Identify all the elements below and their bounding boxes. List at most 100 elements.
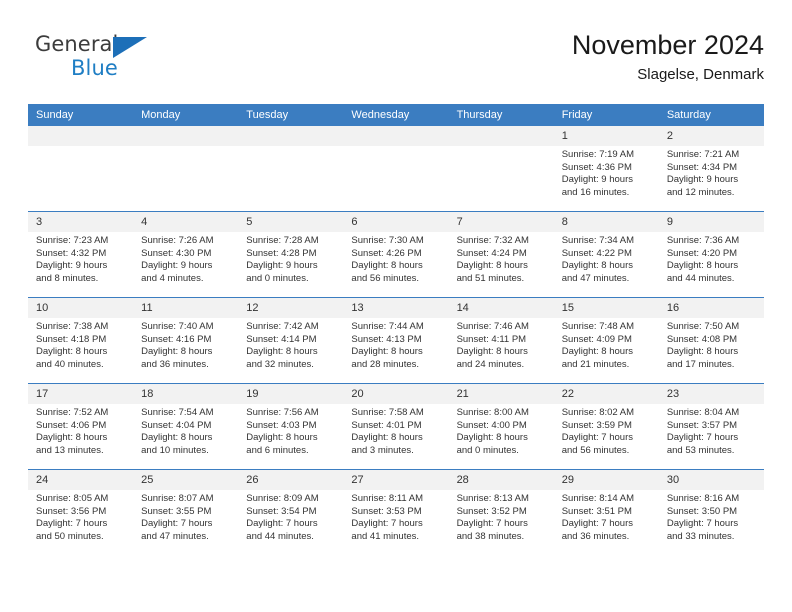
day-number[interactable]: 27	[343, 470, 449, 490]
day-number[interactable]: 13	[343, 298, 449, 318]
daylight-text-line1: Daylight: 7 hours	[36, 518, 108, 530]
day-cell[interactable]	[133, 146, 239, 211]
day-cell[interactable]: Sunrise: 7:44 AM Sunset: 4:13 PM Dayligh…	[343, 318, 449, 383]
day-number[interactable]: 21	[448, 384, 554, 404]
sunrise-text: Sunrise: 7:48 AM	[561, 321, 635, 332]
day-number[interactable]: 29	[553, 470, 659, 490]
day-number[interactable]: 14	[448, 298, 554, 318]
sunrise-text: Sunrise: 7:34 AM	[561, 235, 635, 246]
sunset-text: Sunset: 3:55 PM	[141, 505, 212, 517]
day-cell[interactable]: Sunrise: 8:00 AM Sunset: 4:00 PM Dayligh…	[448, 404, 554, 469]
day-number[interactable]: 16	[658, 298, 764, 318]
daylight-text-line1: Daylight: 8 hours	[141, 346, 213, 358]
daylight-text-line2: and 41 minutes.	[351, 530, 420, 542]
sunrise-text: Sunrise: 7:46 AM	[456, 321, 529, 332]
daylight-text-line1: Daylight: 7 hours	[666, 432, 739, 444]
day-cell[interactable]: Sunrise: 7:21 AM Sunset: 4:34 PM Dayligh…	[658, 146, 764, 211]
day-cell[interactable]: Sunrise: 7:34 AM Sunset: 4:22 PM Dayligh…	[553, 232, 659, 297]
day-number[interactable]: 18	[133, 384, 239, 404]
sunset-text: Sunset: 4:24 PM	[456, 247, 527, 259]
sunrise-text: Sunrise: 8:00 AM	[456, 407, 529, 418]
day-number[interactable]	[133, 126, 239, 146]
daylight-text-line2: and 44 minutes.	[666, 272, 735, 284]
day-number[interactable]: 4	[133, 212, 239, 232]
day-cell[interactable]: Sunrise: 7:28 AM Sunset: 4:28 PM Dayligh…	[238, 232, 344, 297]
day-cell[interactable]: Sunrise: 8:16 AM Sunset: 3:50 PM Dayligh…	[658, 490, 764, 555]
day-number[interactable]: 2	[658, 126, 764, 146]
day-cell[interactable]: Sunrise: 7:58 AM Sunset: 4:01 PM Dayligh…	[343, 404, 449, 469]
day-cell[interactable]: Sunrise: 8:09 AM Sunset: 3:54 PM Dayligh…	[238, 490, 344, 555]
daylight-text-line1: Daylight: 8 hours	[666, 260, 739, 272]
sunset-text: Sunset: 3:52 PM	[456, 505, 527, 517]
day-cell[interactable]: Sunrise: 7:40 AM Sunset: 4:16 PM Dayligh…	[133, 318, 239, 383]
day-cell[interactable]: Sunrise: 7:26 AM Sunset: 4:30 PM Dayligh…	[133, 232, 239, 297]
day-cell[interactable]: Sunrise: 7:38 AM Sunset: 4:18 PM Dayligh…	[28, 318, 134, 383]
day-cell[interactable]: Sunrise: 8:02 AM Sunset: 3:59 PM Dayligh…	[553, 404, 659, 469]
day-number[interactable]: 25	[133, 470, 239, 490]
day-cell[interactable]: Sunrise: 8:04 AM Sunset: 3:57 PM Dayligh…	[658, 404, 764, 469]
day-cell[interactable]: Sunrise: 7:23 AM Sunset: 4:32 PM Dayligh…	[28, 232, 134, 297]
day-cell[interactable]	[343, 146, 449, 211]
day-number[interactable]: 20	[343, 384, 449, 404]
sunset-text: Sunset: 4:20 PM	[666, 247, 738, 259]
daylight-text-line1: Daylight: 8 hours	[561, 260, 633, 272]
day-number[interactable]: 28	[448, 470, 554, 490]
week-row-daynums: 3 4 5 6 7 8 9	[28, 212, 764, 232]
day-number[interactable]: 22	[553, 384, 659, 404]
day-cell[interactable]: Sunrise: 7:42 AM Sunset: 4:14 PM Dayligh…	[238, 318, 344, 383]
day-number[interactable]: 19	[238, 384, 344, 404]
daylight-text-line2: and 33 minutes.	[666, 530, 735, 542]
day-cell[interactable]: Sunrise: 7:56 AM Sunset: 4:03 PM Dayligh…	[238, 404, 344, 469]
day-cell[interactable]: Sunrise: 7:52 AM Sunset: 4:06 PM Dayligh…	[28, 404, 134, 469]
day-cell[interactable]: Sunrise: 8:13 AM Sunset: 3:52 PM Dayligh…	[448, 490, 554, 555]
day-cell[interactable]: Sunrise: 7:48 AM Sunset: 4:09 PM Dayligh…	[553, 318, 659, 383]
calendar-body: 1 2 Sunrise: 7:19 AM Sunset: 4:36 PM Day…	[28, 126, 764, 555]
daylight-text-line2: and 0 minutes.	[246, 272, 309, 284]
sunrise-text: Sunrise: 7:32 AM	[456, 235, 529, 246]
day-cell[interactable]	[238, 146, 344, 211]
daylight-text-line2: and 47 minutes.	[561, 272, 630, 284]
daylight-text-line2: and 36 minutes.	[561, 530, 630, 542]
day-number[interactable]: 11	[133, 298, 239, 318]
day-cell[interactable]: Sunrise: 7:19 AM Sunset: 4:36 PM Dayligh…	[553, 146, 659, 211]
day-cell[interactable]: Sunrise: 8:05 AM Sunset: 3:56 PM Dayligh…	[28, 490, 134, 555]
daylight-text-line1: Daylight: 8 hours	[141, 432, 213, 444]
day-cell[interactable]: Sunrise: 7:46 AM Sunset: 4:11 PM Dayligh…	[448, 318, 554, 383]
day-cell[interactable]	[28, 146, 134, 211]
daylight-text-line2: and 56 minutes.	[351, 272, 420, 284]
day-number[interactable]: 7	[448, 212, 554, 232]
day-cell[interactable]: Sunrise: 8:14 AM Sunset: 3:51 PM Dayligh…	[553, 490, 659, 555]
day-number[interactable]: 26	[238, 470, 344, 490]
day-number[interactable]: 23	[658, 384, 764, 404]
day-number[interactable]: 6	[343, 212, 449, 232]
daylight-text-line1: Daylight: 8 hours	[456, 260, 528, 272]
sunset-text: Sunset: 3:57 PM	[666, 419, 738, 431]
day-cell[interactable]	[448, 146, 554, 211]
day-number[interactable]: 5	[238, 212, 344, 232]
day-cell[interactable]: Sunrise: 7:36 AM Sunset: 4:20 PM Dayligh…	[658, 232, 764, 297]
day-number[interactable]: 3	[28, 212, 134, 232]
day-number[interactable]	[343, 126, 449, 146]
day-number[interactable]: 12	[238, 298, 344, 318]
day-number[interactable]: 15	[553, 298, 659, 318]
daylight-text-line2: and 53 minutes.	[666, 444, 735, 456]
day-number[interactable]: 30	[658, 470, 764, 490]
day-number[interactable]: 9	[658, 212, 764, 232]
day-number[interactable]: 1	[553, 126, 659, 146]
brand-logo[interactable]: General Blue	[35, 32, 215, 88]
day-number[interactable]	[448, 126, 554, 146]
day-cell[interactable]: Sunrise: 7:50 AM Sunset: 4:08 PM Dayligh…	[658, 318, 764, 383]
day-cell[interactable]: Sunrise: 8:07 AM Sunset: 3:55 PM Dayligh…	[133, 490, 239, 555]
day-number[interactable]	[28, 126, 134, 146]
day-cell[interactable]: Sunrise: 7:32 AM Sunset: 4:24 PM Dayligh…	[448, 232, 554, 297]
page-subtitle: Slagelse, Denmark	[637, 66, 764, 83]
day-cell[interactable]: Sunrise: 7:54 AM Sunset: 4:04 PM Dayligh…	[133, 404, 239, 469]
day-cell[interactable]: Sunrise: 7:30 AM Sunset: 4:26 PM Dayligh…	[343, 232, 449, 297]
day-number[interactable]	[238, 126, 344, 146]
day-number[interactable]: 24	[28, 470, 134, 490]
sunrise-text: Sunrise: 7:58 AM	[351, 407, 424, 418]
day-number[interactable]: 17	[28, 384, 134, 404]
day-cell[interactable]: Sunrise: 8:11 AM Sunset: 3:53 PM Dayligh…	[343, 490, 449, 555]
day-number[interactable]: 8	[553, 212, 659, 232]
day-number[interactable]: 10	[28, 298, 134, 318]
